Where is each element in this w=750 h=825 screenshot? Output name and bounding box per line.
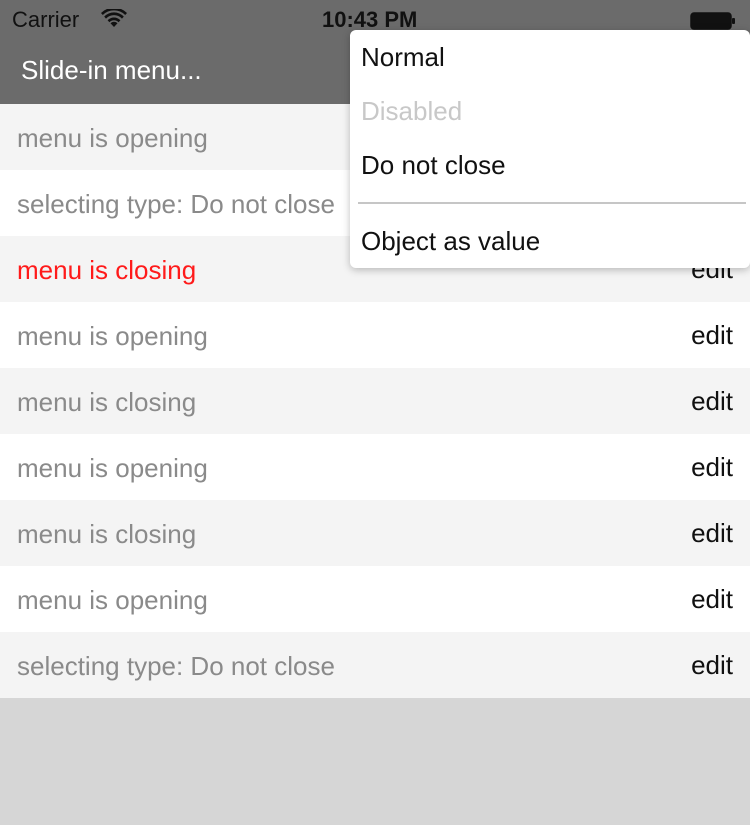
edit-button[interactable]: edit (691, 649, 733, 681)
list-item-text: menu is closing (17, 255, 197, 285)
edit-button[interactable]: edit (691, 583, 733, 615)
menu-item-object-as-value[interactable]: Object as value (361, 225, 540, 257)
list-item-text: menu is opening (17, 453, 208, 483)
list-item-text: selecting type: Do not close (17, 189, 335, 219)
menu-item-do-not-close[interactable]: Do not close (361, 149, 506, 181)
popup-menu: Normal Disabled Do not close Object as v… (350, 30, 750, 268)
list-item-text: menu is closing (17, 519, 197, 549)
list-item-text: menu is closing (17, 387, 197, 417)
list-item-text: menu is opening (17, 585, 208, 615)
page-title: Slide-in menu... (21, 55, 202, 85)
list-item-text: selecting type: Do not close (17, 651, 335, 681)
list-item: menu is closing edit (0, 500, 750, 566)
edit-button[interactable]: edit (691, 319, 733, 351)
menu-item-disabled: Disabled (361, 96, 463, 126)
list-item-text: menu is opening (17, 321, 208, 351)
list-item: menu is opening edit (0, 434, 750, 500)
wifi-icon (101, 9, 127, 27)
edit-button[interactable]: edit (691, 517, 733, 549)
battery-icon (690, 12, 735, 30)
edit-button[interactable]: edit (691, 385, 733, 417)
carrier-label: Carrier (12, 7, 80, 32)
list-item-text: menu is opening (17, 123, 208, 153)
app-screen: Carrier 10:43 PM Slide-in menu... menu i… (0, 0, 750, 825)
edit-button[interactable]: edit (691, 451, 733, 483)
menu-item-normal[interactable]: Normal (361, 41, 445, 73)
list-item: menu is opening edit (0, 302, 750, 368)
list-item: selecting type: Do not close edit (0, 632, 750, 698)
list-item: menu is opening edit (0, 566, 750, 632)
menu-divider (358, 202, 746, 204)
list-item: menu is closing edit (0, 368, 750, 434)
